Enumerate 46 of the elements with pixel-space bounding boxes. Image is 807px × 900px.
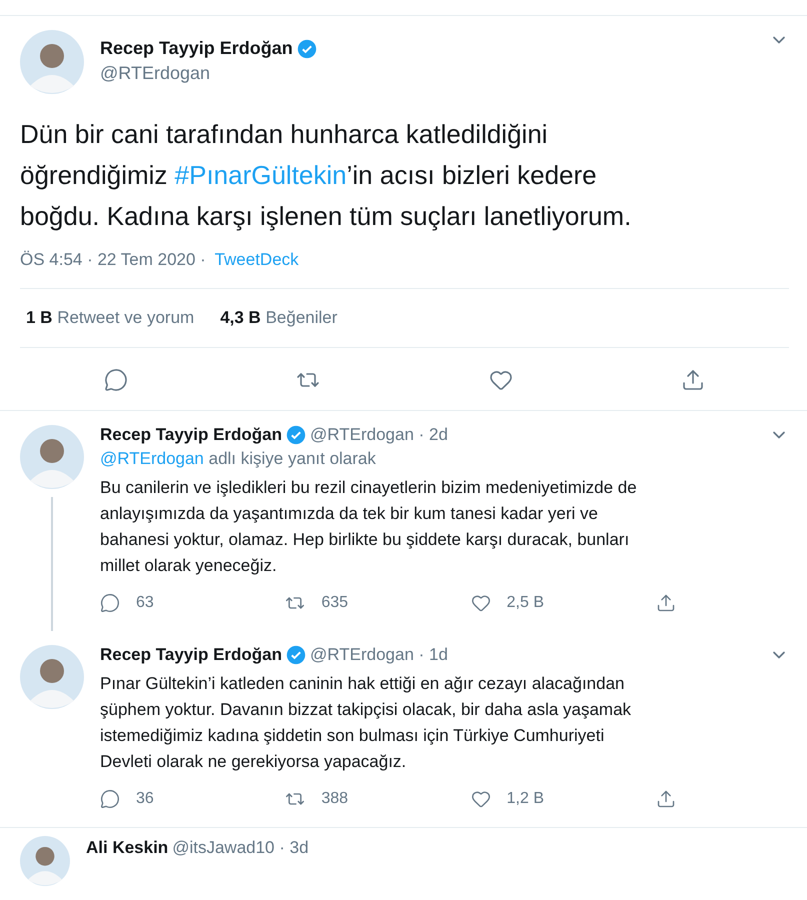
avatar[interactable]: [20, 836, 70, 886]
heart-icon: [470, 593, 491, 613]
author-handle[interactable]: @RTErdogan · 1d: [310, 645, 765, 665]
reply-context: @RTErdogan adlı kişiye yanıt olarak: [100, 449, 377, 469]
action-count: 1,2 B: [506, 790, 544, 808]
tweet-text: Dün bir cani tarafından hunharca katledildiğini öğrendiğimiz #PınarGültekin’in acısı bizleri kedere boğdu. Kadına karşı işlenen tüm suçları lanetliyorum.: [20, 118, 632, 233]
reply-icon: [100, 789, 120, 809]
author-name[interactable]: Recep Tayyip Erdoğan: [100, 645, 282, 665]
reply-icon: [100, 593, 120, 613]
avatar[interactable]: [20, 30, 84, 94]
avatar[interactable]: [20, 425, 84, 489]
mention-link[interactable]: @RTErdogan: [100, 449, 204, 468]
author-name[interactable]: Recep Tayyip Erdoğan: [100, 38, 293, 59]
like-button[interactable]: 1,2 B: [470, 789, 591, 809]
action-count: 635: [321, 594, 348, 612]
author-name[interactable]: Recep Tayyip Erdoğan: [100, 425, 282, 445]
share-button[interactable]: [680, 368, 705, 392]
tweet-timestamp: ÖS 4:54 · 22 Tem 2020 ·: [20, 250, 207, 270]
stat-link[interactable]: 4,3 B Beğeniler: [220, 308, 338, 328]
author-handle[interactable]: @RTErdogan: [100, 63, 753, 84]
share-icon: [680, 368, 705, 392]
reply-text: Pınar Gültekin’i katleden caninin hak ettiği en ağır cezayı alacağından şüphem yoktur. Davanın bizzat takipçisi olacak, bir daha asla yaşamak istemediğimiz kadına şiddetin son bulması için Türkiye Cumhuriyeti Devleti olarak ne gerekiyorsa yapacağız.: [100, 673, 632, 773]
reply-button[interactable]: 63: [100, 593, 220, 613]
like-button[interactable]: [488, 368, 513, 392]
source-link[interactable]: TweetDeck: [214, 250, 299, 270]
heart-icon: [488, 368, 513, 392]
reply-text: Bu canilerin ve işledikleri bu rezil cinayetlerin bizim medeniyetimizde de anlayışımızda da yaşantımızda da tek bir kum tanesi kadar yeri ve bahanesi yoktur, olamaz. Hep birlikte bu şiddete karşı duracak, bunları millet olarak yeneceğiz.: [100, 477, 638, 577]
heart-icon: [470, 789, 491, 809]
action-count: 2,5 B: [506, 594, 544, 612]
action-count: 63: [136, 594, 154, 612]
hashtag-link[interactable]: #PınarGültekin: [174, 160, 347, 190]
action-count: 388: [321, 790, 348, 808]
author-handle[interactable]: @itsJawad10 · 3d: [172, 838, 309, 858]
retweet-button[interactable]: 635: [285, 593, 406, 613]
reply-icon: [104, 368, 128, 392]
avatar[interactable]: [20, 645, 84, 709]
reply-button[interactable]: 36: [100, 789, 220, 809]
author-handle[interactable]: @RTErdogan · 2d: [310, 425, 765, 445]
share-icon: [656, 789, 676, 809]
reply-button[interactable]: [104, 368, 128, 392]
author-name[interactable]: Ali Keskin: [86, 838, 168, 858]
like-button[interactable]: 2,5 B: [470, 593, 591, 613]
share-icon: [656, 593, 676, 613]
action-count: 36: [136, 790, 154, 808]
stat-link[interactable]: 1 B Retweet ve yorum: [26, 308, 194, 328]
retweet-button[interactable]: 388: [285, 789, 406, 809]
